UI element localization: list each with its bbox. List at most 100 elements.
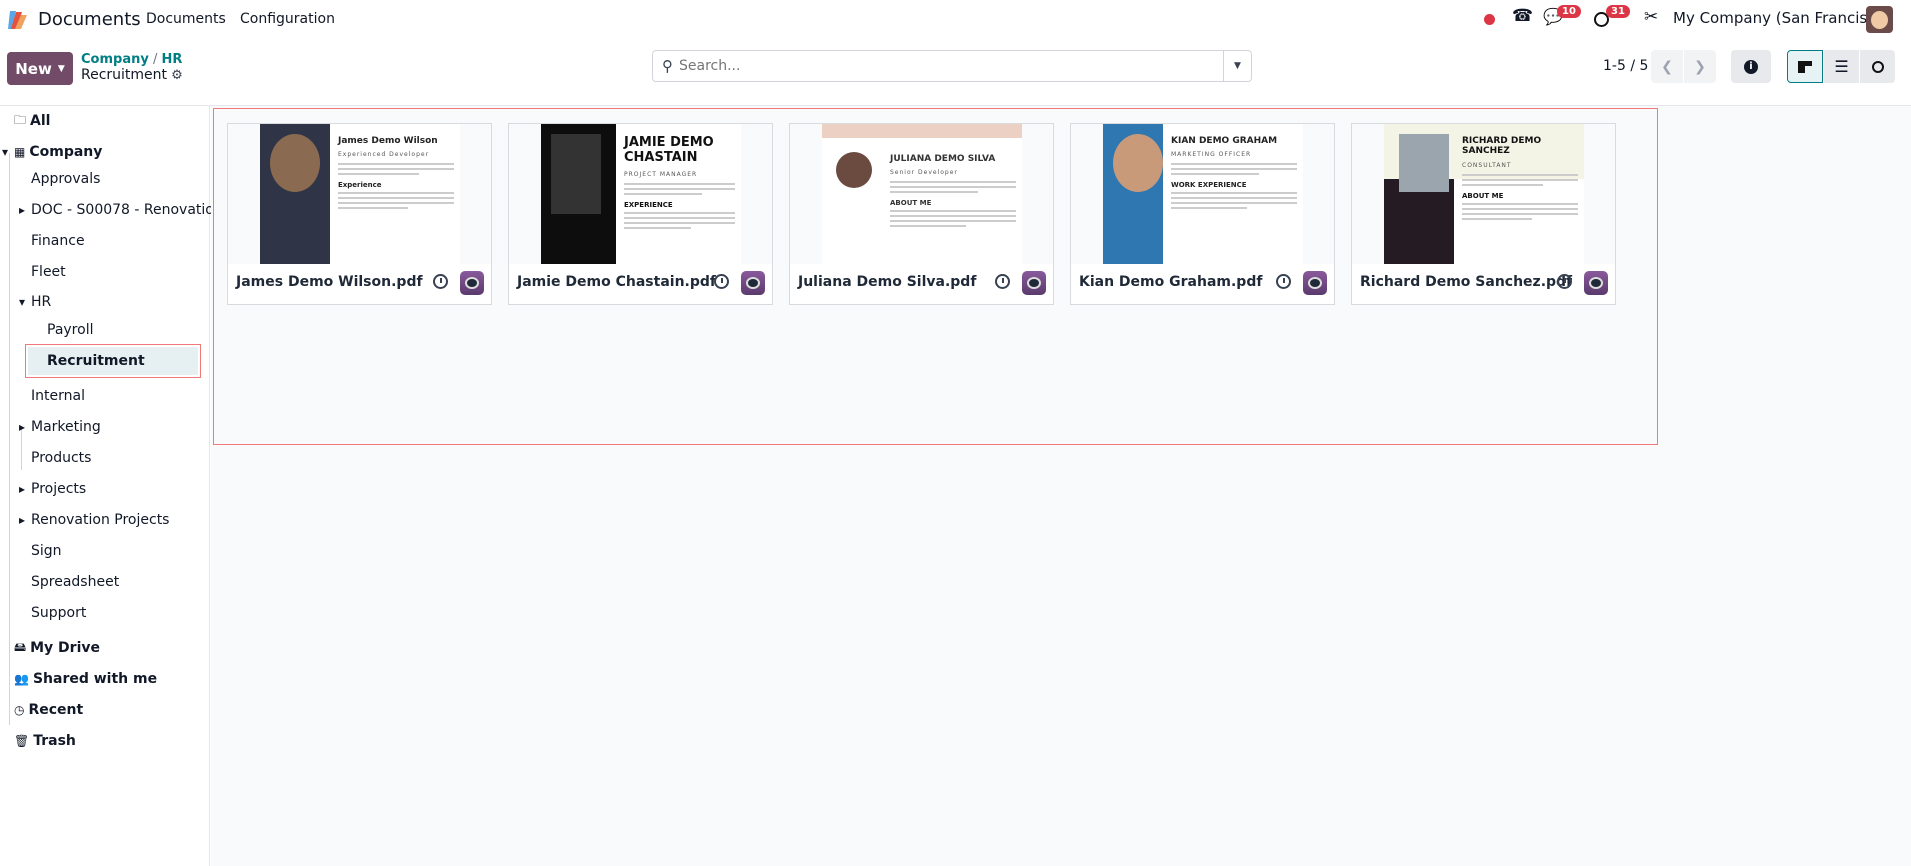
sidebar-item-company[interactable]: ▾ ▦ Company: [2, 138, 103, 166]
sidebar-item-hr[interactable]: ▾ HR: [19, 288, 52, 316]
document-card[interactable]: JAMIE DEMO CHASTAIN PROJECT MANAGER EXPE…: [508, 123, 773, 305]
document-name[interactable]: Richard Demo Sanchez.pdf: [1360, 274, 1572, 290]
list-icon: ☰: [1834, 57, 1849, 76]
sidebar-item-sign[interactable]: Sign: [31, 537, 62, 565]
sidebar-item-label: All: [30, 113, 51, 129]
info-button[interactable]: i: [1731, 50, 1771, 83]
user-avatar[interactable]: [1866, 6, 1893, 33]
caret-right-icon[interactable]: ▸: [19, 513, 25, 527]
caret-down-icon[interactable]: ▾: [19, 295, 25, 309]
thumb-subtitle: PROJECT MANAGER: [624, 170, 698, 178]
sidebar-item-recruitment[interactable]: Recruitment: [25, 344, 201, 378]
resume-photo: [551, 134, 601, 214]
new-label: New: [15, 59, 52, 78]
sidebar-item-recent[interactable]: ◷ Recent: [14, 696, 83, 724]
bot-avatar-icon: [1589, 277, 1603, 289]
sidebar-item-label: Company: [29, 144, 103, 160]
activity-clock-icon[interactable]: [1557, 274, 1572, 289]
users-icon: 👥: [14, 672, 29, 686]
kanban-icon: [1798, 60, 1812, 73]
thumb-subtitle: Senior Developer: [890, 169, 958, 177]
sidebar-item-doc-s00078-renovatio-[interactable]: ▸ DOC - S00078 - Renovatio.: [19, 196, 218, 224]
caret-right-icon[interactable]: ▸: [19, 203, 25, 217]
document-name[interactable]: Juliana Demo Silva.pdf: [798, 274, 976, 290]
search-bar: ⚲ ▼: [652, 50, 1252, 82]
owner-avatar[interactable]: [741, 271, 765, 295]
document-name[interactable]: James Demo Wilson.pdf: [236, 274, 423, 290]
thumb-title: JULIANA DEMO SILVA: [890, 154, 996, 164]
phone-icon[interactable]: ☎: [1512, 6, 1533, 26]
activity-clock-icon[interactable]: [1276, 274, 1291, 289]
document-thumbnail[interactable]: JULIANA DEMO SILVA Senior Developer ABOU…: [790, 124, 1053, 264]
activity-clock-icon[interactable]: [714, 274, 729, 289]
document-thumbnail[interactable]: RICHARD DEMO SANCHEZ CONSULTANT ABOUT ME: [1352, 124, 1615, 264]
sidebar-item-all[interactable]: 🗀 All: [14, 107, 50, 135]
caret-down-icon[interactable]: ▾: [2, 145, 8, 159]
documents-app-logo[interactable]: [7, 9, 29, 31]
sidebar-item-payroll[interactable]: Payroll: [47, 316, 93, 344]
sidebar-item-internal[interactable]: Internal: [31, 382, 85, 410]
sidebar-item-marketing[interactable]: ▸ Marketing: [19, 413, 101, 441]
chevron-right-icon: ❯: [1694, 58, 1706, 75]
owner-avatar[interactable]: [1303, 271, 1327, 295]
tools-icon[interactable]: ✂: [1644, 7, 1658, 27]
company-switcher[interactable]: My Company (San Francisco): [1673, 9, 1890, 27]
trash-icon: 🗑: [14, 734, 30, 748]
app-name[interactable]: Documents: [38, 9, 141, 30]
search-input[interactable]: [673, 58, 1223, 74]
document-thumbnail[interactable]: James Demo Wilson Experienced Developer …: [228, 124, 491, 264]
document-card[interactable]: KIAN DEMO GRAHAM MARKETING OFFICER WORK …: [1070, 123, 1335, 305]
document-name[interactable]: Jamie Demo Chastain.pdf: [517, 274, 716, 290]
document-thumbnail[interactable]: KIAN DEMO GRAHAM MARKETING OFFICER WORK …: [1071, 124, 1334, 264]
sidebar-item-support[interactable]: Support: [31, 599, 86, 627]
owner-avatar[interactable]: [460, 271, 484, 295]
sidebar-item-approvals[interactable]: Approvals: [31, 165, 100, 193]
sidebar-item-shared-with-me[interactable]: 👥 Shared with me: [14, 665, 157, 693]
breadcrumb-hr[interactable]: HR: [162, 52, 183, 67]
breadcrumb-company[interactable]: Company: [81, 52, 149, 67]
sidebar-item-finance[interactable]: Finance: [31, 227, 85, 255]
caret-right-icon[interactable]: ▸: [19, 482, 25, 496]
document-card[interactable]: RICHARD DEMO SANCHEZ CONSULTANT ABOUT ME…: [1351, 123, 1616, 305]
search-options-toggle[interactable]: ▼: [1223, 51, 1251, 81]
resume-photo: [270, 134, 320, 192]
caret-down-icon: ▼: [57, 63, 65, 74]
sidebar-item-products[interactable]: Products: [31, 444, 91, 472]
avatar-face-icon: [1871, 11, 1888, 29]
sidebar-item-label: HR: [31, 294, 52, 310]
folder-icon: 🗀: [14, 112, 27, 127]
sidebar-item-trash[interactable]: 🗑 Trash: [14, 727, 76, 755]
activity-clock-icon[interactable]: [995, 274, 1010, 289]
document-thumbnail[interactable]: JAMIE DEMO CHASTAIN PROJECT MANAGER EXPE…: [509, 124, 772, 264]
thumb-title: KIAN DEMO GRAHAM: [1171, 136, 1278, 146]
sidebar-item-renovation-projects[interactable]: ▸ Renovation Projects: [19, 506, 169, 534]
sidebar-item-spreadsheet[interactable]: Spreadsheet: [31, 568, 119, 596]
document-name[interactable]: Kian Demo Graham.pdf: [1079, 274, 1262, 290]
sidebar-item-fleet[interactable]: Fleet: [31, 258, 66, 286]
gear-icon[interactable]: ⚙: [171, 68, 183, 83]
owner-avatar[interactable]: [1022, 271, 1046, 295]
bot-avatar-icon: [746, 277, 760, 289]
activity-clock-icon[interactable]: [433, 274, 448, 289]
status-dot-icon[interactable]: [1484, 14, 1495, 25]
documents-kanban: James Demo Wilson Experienced Developer …: [211, 106, 1911, 866]
activity-view-button[interactable]: [1860, 50, 1895, 83]
chevron-left-icon: ❮: [1661, 58, 1673, 75]
caret-down-icon: ▼: [1234, 61, 1241, 71]
document-card[interactable]: JULIANA DEMO SILVA Senior Developer ABOU…: [789, 123, 1054, 305]
list-view-button[interactable]: ☰: [1824, 50, 1859, 83]
sidebar-item-my-drive[interactable]: 🖴 My Drive: [14, 634, 100, 662]
sidebar-item-projects[interactable]: ▸ Projects: [19, 475, 86, 503]
owner-avatar[interactable]: [1584, 271, 1608, 295]
pager-previous-button[interactable]: ❮: [1651, 50, 1683, 83]
page-title: Recruitment: [81, 67, 168, 83]
pager-next-button[interactable]: ❯: [1684, 50, 1716, 83]
menu-documents[interactable]: Documents: [146, 11, 226, 27]
menu-configuration[interactable]: Configuration: [240, 11, 335, 27]
kanban-view-button[interactable]: [1787, 50, 1823, 83]
caret-right-icon[interactable]: ▸: [19, 420, 25, 434]
new-button[interactable]: New ▼: [7, 52, 73, 85]
activities-badge: 31: [1606, 5, 1630, 18]
document-card[interactable]: James Demo Wilson Experienced Developer …: [227, 123, 492, 305]
sidebar-item-label: Shared with me: [32, 671, 158, 687]
